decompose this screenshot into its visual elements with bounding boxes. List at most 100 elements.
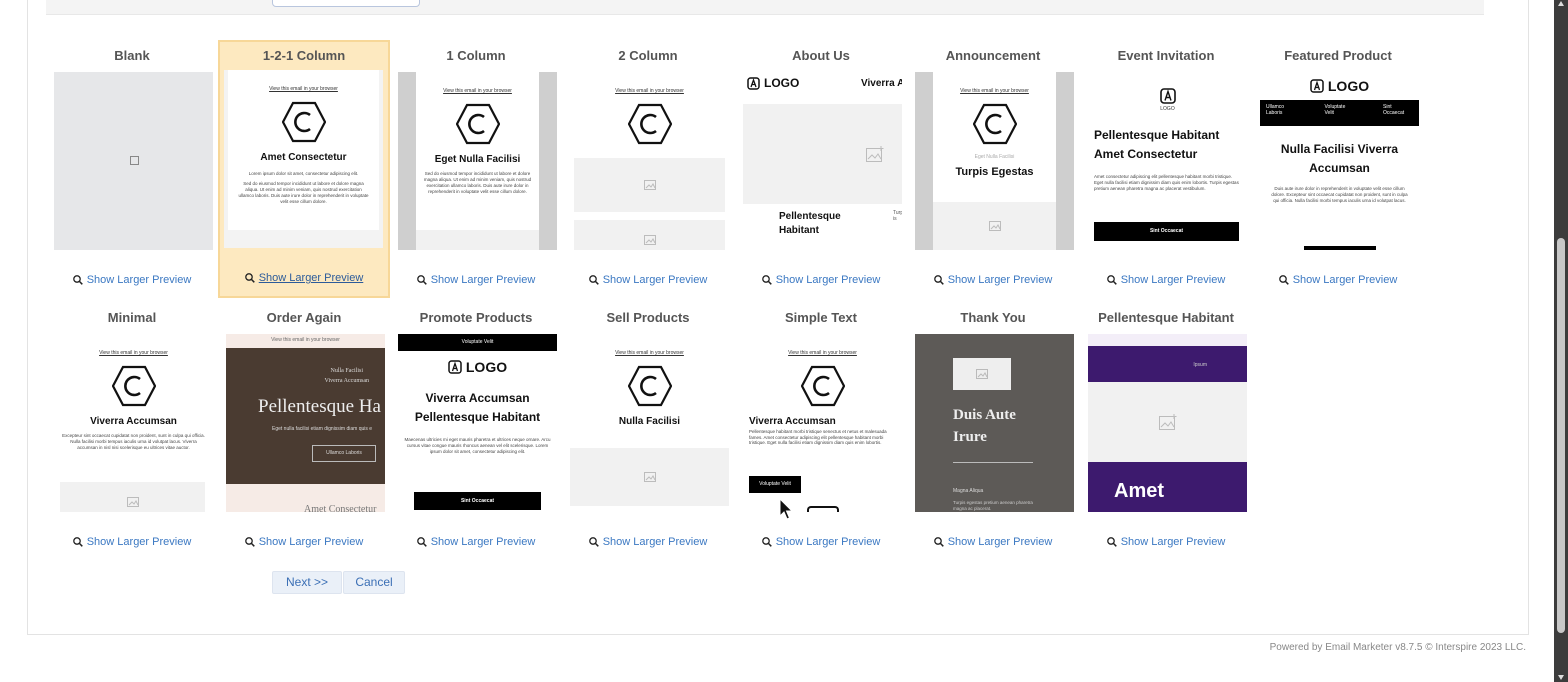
show-larger-preview-link[interactable]: Show Larger Preview	[909, 274, 1077, 288]
view-in-browser-link: View this email in your browser	[615, 350, 684, 356]
thumb-top-bar: Voluptate Velit	[398, 334, 557, 351]
template-title: Thank You	[960, 310, 1026, 325]
thumb-text: Eget Nulla Facilisi	[974, 154, 1015, 160]
cancel-button[interactable]: Cancel	[343, 571, 405, 594]
template-card-announcement[interactable]: Announcement View this email in your bro…	[909, 42, 1077, 300]
template-thumbnail: View this email in your browser Nulla Fa…	[570, 334, 729, 512]
template-title: Order Again	[266, 310, 342, 325]
show-larger-preview-link[interactable]: Show Larger Preview	[220, 536, 388, 550]
template-card-simple-text[interactable]: Simple Text View this email in your brow…	[737, 304, 905, 562]
show-larger-preview-link[interactable]: Show Larger Preview	[392, 536, 560, 550]
template-card-1-column[interactable]: 1 Column View this email in your browser…	[392, 42, 560, 300]
magnifier-icon	[588, 537, 599, 550]
view-in-browser-link: View this email in your browser	[615, 88, 684, 94]
template-card-1-2-1-column[interactable]: 1-2-1 Column View this email in your bro…	[218, 40, 390, 298]
view-in-browser-link: View this email in your browser	[99, 350, 168, 356]
template-card-sell-products[interactable]: Sell Products View this email in your br…	[564, 304, 732, 562]
hexagon-logo-icon	[111, 365, 156, 407]
thumb-text: Nulla Facilisi	[330, 368, 364, 374]
logo-text: LOGO	[1160, 106, 1175, 112]
show-larger-preview-link[interactable]: Show Larger Preview	[48, 274, 216, 288]
show-larger-preview-link[interactable]: Show Larger Preview	[1082, 274, 1250, 288]
template-card-featured-product[interactable]: Featured Product LOGO Ullamco Laboris Vo…	[1254, 42, 1422, 300]
template-thumbnail: View this email in your browser Eget Nul…	[398, 72, 557, 250]
thumb-button: Ullamco Laboris	[312, 445, 376, 462]
template-title: Pellentesque Habitant	[1098, 310, 1234, 325]
template-title: Blank	[114, 48, 150, 63]
logo-icon	[747, 76, 760, 90]
template-card-order-again[interactable]: Order Again View this email in your brow…	[220, 304, 388, 562]
image-placeholder	[574, 220, 725, 250]
template-thumbnail	[54, 72, 213, 250]
template-thumbnail: View this email in your browser Nulla Fa…	[226, 334, 385, 512]
hexagon-logo-icon	[627, 103, 672, 145]
show-larger-preview-link[interactable]: Show Larger Preview	[909, 536, 1077, 550]
image-placeholder	[574, 158, 725, 212]
template-thumbnail: View this email in your browser Amet Con…	[224, 70, 383, 248]
template-title: Promote Products	[419, 310, 533, 325]
magnifier-icon	[244, 273, 255, 286]
template-title: Sell Products	[606, 310, 690, 325]
show-larger-preview-link[interactable]: Show Larger Preview	[564, 274, 732, 288]
thumb-heading: Pellentesque Habitant	[779, 211, 841, 236]
logo-icon	[448, 360, 462, 374]
template-title: Featured Product	[1284, 48, 1392, 63]
show-larger-preview-link[interactable]: Show Larger Preview	[564, 536, 732, 550]
scroll-up-icon[interactable]	[1558, 1, 1564, 6]
template-card-pellentesque-habitant[interactable]: Pellentesque Habitant Ipsum Amet Show La…	[1082, 304, 1250, 562]
image-placeholder	[743, 104, 902, 204]
template-title: 2 Column	[618, 48, 678, 63]
view-in-browser-link: View this email in your browser	[271, 337, 340, 343]
thumb-heading: Duis Aute Irure	[953, 407, 1016, 445]
magnifier-icon	[72, 537, 83, 550]
scroll-down-icon[interactable]	[1558, 675, 1564, 680]
template-card-blank[interactable]: Blank Show Larger Preview	[48, 42, 216, 300]
thumb-heading: Turpis Egestas	[955, 166, 1034, 178]
thumb-nav-bar: Ullamco Laboris Voluptate Velit Sint Occ…	[1260, 100, 1419, 126]
template-card-promote-products[interactable]: Promote Products Voluptate Velit LOGO Vi…	[392, 304, 560, 562]
template-thumbnail: Voluptate Velit LOGO Viverra Accumsan Pe…	[398, 334, 557, 512]
show-larger-preview-link[interactable]: Show Larger Preview	[220, 272, 388, 286]
show-larger-preview-link[interactable]: Show Larger Preview	[1254, 274, 1422, 288]
thumb-text: Maecenas ultricies mi eget mauris pharet…	[404, 437, 551, 454]
magnifier-icon	[72, 275, 83, 288]
thumb-text: Ipsum	[1193, 362, 1207, 368]
template-card-minimal[interactable]: Minimal View this email in your browser …	[48, 304, 216, 562]
thumb-button: Voluptate Velit	[749, 476, 801, 493]
blank-icon	[130, 156, 139, 165]
image-placeholder	[933, 202, 1056, 250]
image-placeholder	[570, 448, 729, 506]
magnifier-icon	[761, 537, 772, 550]
template-card-about-us[interactable]: About Us LOGO Viverra A Pellentesque Hab…	[737, 42, 905, 300]
view-in-browser-link: View this email in your browser	[960, 88, 1029, 94]
magnifier-icon	[933, 537, 944, 550]
show-larger-preview-link[interactable]: Show Larger Preview	[1082, 536, 1250, 550]
magnifier-icon	[761, 275, 772, 288]
thumb-heading: Amet Consectetur	[260, 152, 347, 163]
toolbar-tab[interactable]	[272, 0, 420, 7]
show-larger-preview-link[interactable]: Show Larger Preview	[737, 536, 905, 550]
hexagon-logo-icon	[455, 103, 500, 145]
vertical-scrollbar[interactable]	[1554, 0, 1568, 682]
show-larger-preview-link[interactable]: Show Larger Preview	[737, 274, 905, 288]
logo: LOGO	[398, 359, 557, 375]
scrollbar-thumb[interactable]	[1557, 238, 1565, 633]
template-card-event-invitation[interactable]: Event Invitation LOGO Pellentesque Habit…	[1082, 42, 1250, 300]
next-button[interactable]: Next >>	[272, 571, 342, 594]
template-thumbnail: View this email in your browser	[570, 72, 729, 250]
show-larger-preview-link[interactable]: Show Larger Preview	[392, 274, 560, 288]
thumb-text: Amet Consectetur	[304, 504, 377, 512]
template-thumbnail: LOGO Ullamco Laboris Voluptate Velit Sin…	[1260, 72, 1419, 250]
magnifier-icon	[416, 537, 427, 550]
template-thumbnail: Ipsum Amet	[1088, 334, 1247, 512]
thumb-heading: Eget Nulla Facilisi	[434, 154, 521, 165]
template-card-thank-you[interactable]: Thank You Duis Aute Irure Magna Aliqua T…	[909, 304, 1077, 562]
thumb-text: Viverra Accumsan	[324, 378, 369, 384]
logo: LOGO	[747, 76, 799, 90]
show-larger-preview-link[interactable]: Show Larger Preview	[48, 536, 216, 550]
thumb-button: Sint Occaecat	[1094, 222, 1239, 241]
template-title: Announcement	[945, 48, 1041, 63]
thumb-heading: Viverra Accumsan	[749, 416, 836, 427]
template-card-2-column[interactable]: 2 Column View this email in your browser…	[564, 42, 732, 300]
thumb-button: Sint Occaecat	[414, 492, 541, 510]
